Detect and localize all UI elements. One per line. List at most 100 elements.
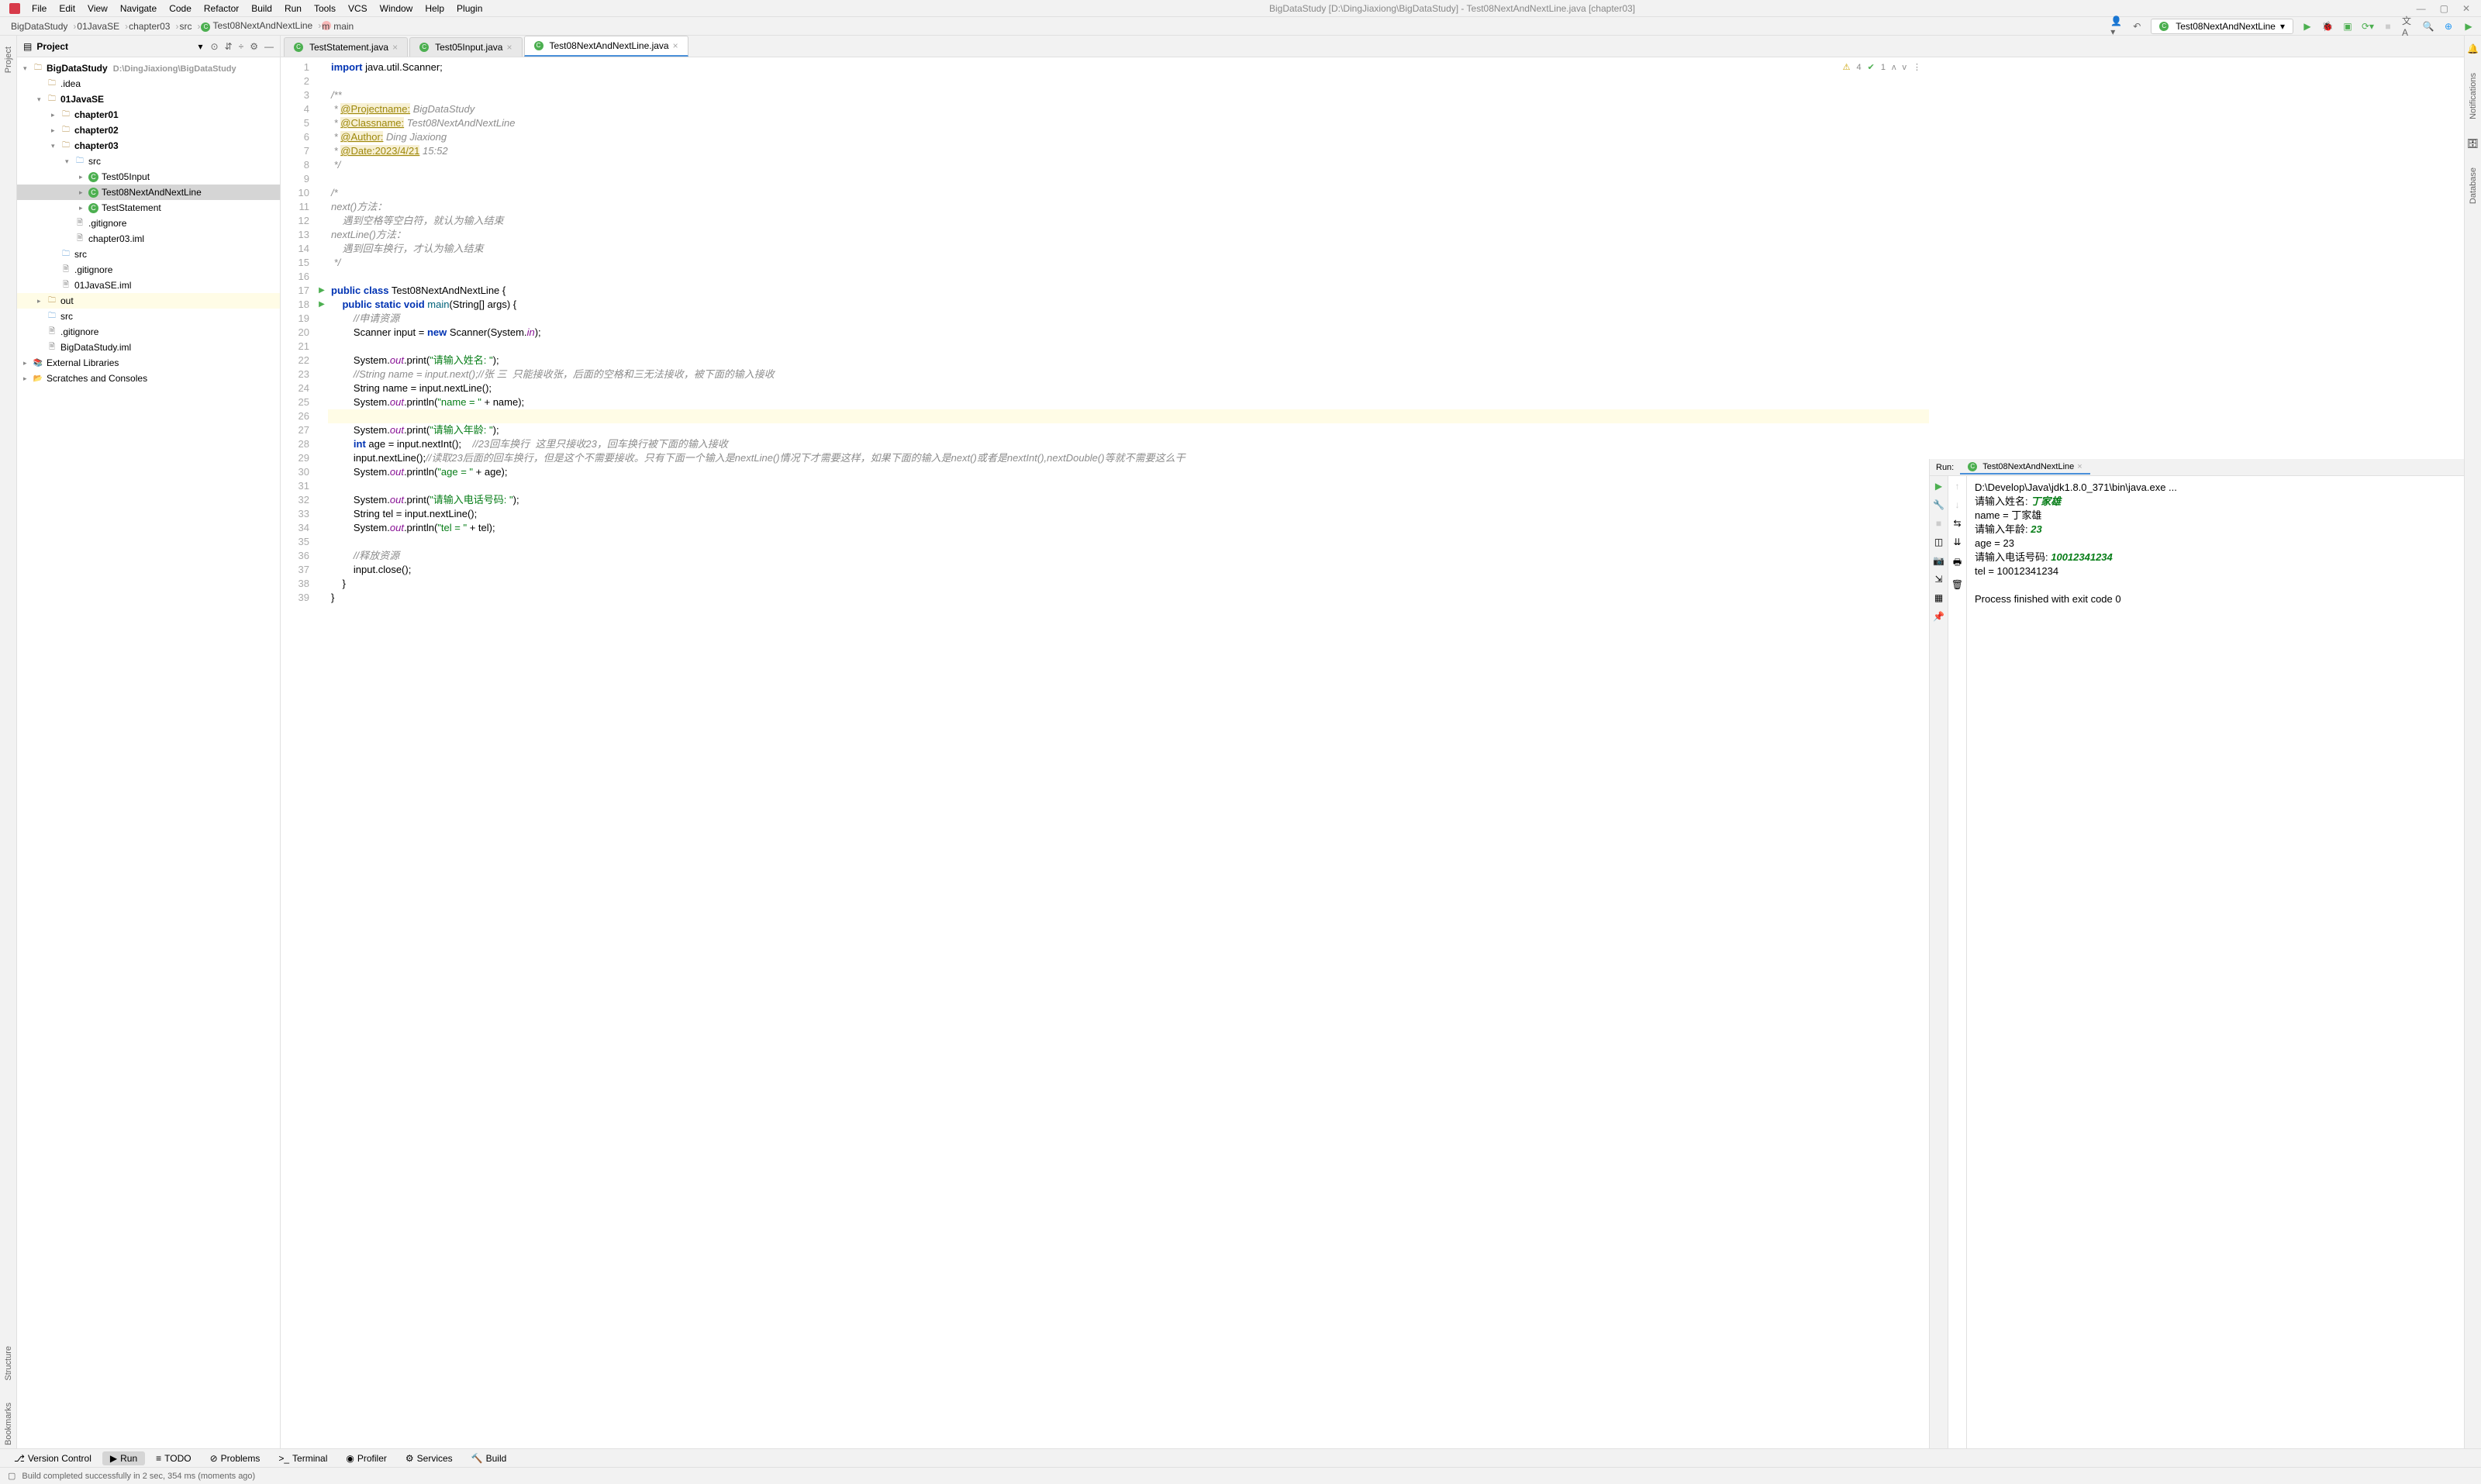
gutter-run-icon[interactable]: ▶ (316, 298, 328, 312)
code-content[interactable]: import java.util.Scanner; /** * @Project… (328, 57, 1929, 1448)
more-icon[interactable]: ▶ (2462, 20, 2475, 33)
console-output[interactable]: D:\Develop\Java\jdk1.8.0_371\bin\java.ex… (1967, 476, 2464, 1448)
layout-icon[interactable]: ◫ (1934, 537, 1943, 547)
debug-button[interactable]: 🐞 (2321, 20, 2334, 33)
run-panel-tab[interactable]: C Test08NextAndNextLine × (1960, 461, 2089, 475)
sync-icon[interactable]: ⊕ (2442, 20, 2455, 33)
bottom-tab-services[interactable]: ⚙Services (398, 1451, 461, 1465)
tree-row[interactable]: ▸📂Scratches and Consoles (17, 371, 280, 386)
menu-code[interactable]: Code (164, 2, 197, 16)
menu-refactor[interactable]: Refactor (198, 2, 244, 16)
export-icon[interactable]: ⇲ (1934, 574, 1942, 585)
tree-row[interactable]: ▸CTest08NextAndNextLine (17, 185, 280, 200)
tree-row[interactable]: ▸🗀out (17, 293, 280, 309)
menu-file[interactable]: File (26, 2, 52, 16)
tree-row[interactable]: ▾🗀src (17, 154, 280, 169)
camera-icon[interactable]: 📷 (1933, 555, 1944, 566)
editor-tab[interactable]: CTestStatement.java× (284, 37, 408, 57)
tree-row[interactable]: 🗀src (17, 247, 280, 262)
wrap-icon[interactable]: ⇆ (1953, 518, 1961, 529)
user-icon[interactable]: 👤▾ (2110, 20, 2123, 33)
bottom-tab-version-control[interactable]: ⎇Version Control (6, 1451, 99, 1465)
structure-tool[interactable]: Structure (4, 1343, 13, 1384)
tree-row[interactable]: 🗎01JavaSE.iml (17, 278, 280, 293)
tree-row[interactable]: 🗎.gitignore (17, 324, 280, 340)
locale-icon[interactable]: 文A (2402, 20, 2414, 33)
editor-tab[interactable]: CTest08NextAndNextLine.java× (524, 36, 688, 57)
project-tool[interactable]: Project (4, 43, 13, 76)
breadcrumb[interactable]: mmain (317, 21, 358, 32)
stop-icon[interactable]: ■ (1936, 518, 1941, 529)
close-tab-icon[interactable]: × (392, 42, 398, 53)
close-tab-icon[interactable]: × (673, 40, 678, 51)
breadcrumb[interactable]: src (174, 21, 196, 32)
coverage-button[interactable]: ▣ (2341, 20, 2354, 33)
tree-row[interactable]: 🗎.gitignore (17, 216, 280, 231)
more-icon[interactable]: ⋮ (1913, 60, 1921, 74)
bottom-tab-profiler[interactable]: ◉Profiler (338, 1451, 395, 1465)
stop-button[interactable]: ■ (2382, 20, 2394, 33)
print-icon[interactable]: 🖶 (1953, 555, 1962, 571)
pin-icon[interactable]: 📌 (1933, 611, 1944, 622)
database-tool[interactable]: Database (2469, 164, 2478, 207)
tree-row[interactable]: 🗎.gitignore (17, 262, 280, 278)
minimize-icon[interactable]: — (2417, 3, 2426, 14)
up-icon[interactable]: ↑ (1955, 481, 1960, 492)
tree-row[interactable]: ▾🗀BigDataStudy D:\DingJiaxiong\BigDataSt… (17, 60, 280, 76)
menu-help[interactable]: Help (419, 2, 450, 16)
gutter-run-icon[interactable]: ▶ (316, 284, 328, 298)
project-view-icon[interactable]: ▤ (23, 41, 32, 52)
tree-row[interactable]: ▸CTest05Input (17, 169, 280, 185)
breadcrumb[interactable]: 01JavaSE (72, 21, 124, 32)
menu-edit[interactable]: Edit (53, 2, 81, 16)
run-button[interactable]: ▶ (2301, 20, 2314, 33)
database-icon[interactable]: 🗄 (2467, 138, 2479, 149)
clear-icon[interactable]: 🗑 (1951, 579, 1963, 590)
menu-run[interactable]: Run (279, 2, 307, 16)
back-icon[interactable]: ↶ (2131, 20, 2143, 33)
profile-button[interactable]: ⟳▾ (2362, 20, 2374, 33)
search-icon[interactable]: 🔍 (2422, 20, 2434, 33)
menu-navigate[interactable]: Navigate (115, 2, 162, 16)
hide-icon[interactable]: — (264, 41, 274, 52)
notifications-tool[interactable]: Notifications (2469, 70, 2478, 123)
close-tab-icon[interactable]: × (506, 42, 512, 53)
run-config-selector[interactable]: C Test08NextAndNextLine ▾ (2151, 19, 2293, 34)
wrench-icon[interactable]: 🔧 (1933, 499, 1944, 510)
rerun-icon[interactable]: ▶ (1935, 481, 1942, 492)
tree-row[interactable]: 🗀.idea (17, 76, 280, 91)
down-icon[interactable]: v (1903, 60, 1907, 74)
bottom-tab-todo[interactable]: ≡TODO (148, 1451, 198, 1465)
tree-row[interactable]: ▾🗀chapter03 (17, 138, 280, 154)
bottom-tab-terminal[interactable]: >_Terminal (271, 1451, 335, 1465)
breadcrumb[interactable]: CTest08NextAndNextLine (196, 20, 317, 32)
settings-icon[interactable]: ⚙ (250, 41, 258, 52)
tree-row[interactable]: ▸CTestStatement (17, 200, 280, 216)
menu-plugin[interactable]: Plugin (451, 2, 488, 16)
tree-row[interactable]: ▸🗀chapter02 (17, 123, 280, 138)
project-tree[interactable]: ▾🗀BigDataStudy D:\DingJiaxiong\BigDataSt… (17, 57, 280, 1448)
select-opened-icon[interactable]: ⊙ (211, 41, 219, 52)
menu-view[interactable]: View (82, 2, 113, 16)
chevron-down-icon[interactable]: ▾ (198, 41, 202, 52)
menu-vcs[interactable]: VCS (343, 2, 373, 16)
breadcrumb[interactable]: chapter03 (124, 21, 174, 32)
tree-row[interactable]: 🗀src (17, 309, 280, 324)
tree-row[interactable]: ▸🗀chapter01 (17, 107, 280, 123)
maximize-icon[interactable]: ▢ (2440, 3, 2448, 14)
tree-row[interactable]: 🗎chapter03.iml (17, 231, 280, 247)
bottom-tab-run[interactable]: ▶Run (102, 1451, 145, 1465)
collapse-icon[interactable]: ÷ (239, 41, 244, 52)
up-icon[interactable]: ʌ (1892, 60, 1896, 74)
editor-inspections[interactable]: ⚠4 ✔1 ʌ v ⋮ (1843, 60, 1921, 74)
tree-row[interactable]: ▾🗀01JavaSE (17, 91, 280, 107)
notifications-icon[interactable]: 🔔 (2467, 43, 2479, 54)
editor-tab[interactable]: CTest05Input.java× (409, 37, 522, 57)
tree-row[interactable]: 🗎BigDataStudy.iml (17, 340, 280, 355)
menu-build[interactable]: Build (246, 2, 278, 16)
menu-tools[interactable]: Tools (309, 2, 341, 16)
scroll-icon[interactable]: ⇊ (1953, 537, 1961, 547)
layout2-icon[interactable]: ▦ (1934, 592, 1943, 603)
close-icon[interactable]: ✕ (2462, 3, 2470, 14)
status-icon[interactable]: ▢ (8, 1471, 16, 1481)
